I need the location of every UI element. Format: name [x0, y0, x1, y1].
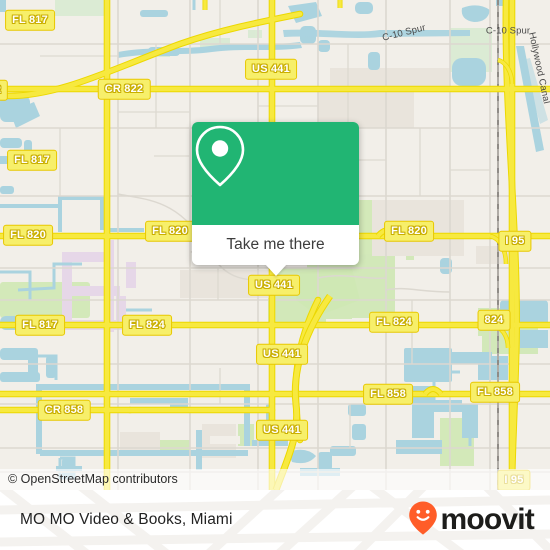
moovit-wordmark: moovit [440, 503, 534, 536]
map-screenshot: C-10 Spur C-10 Spur Hollywood Canal FL 8… [0, 0, 550, 550]
road-shield-i95-a[interactable]: I 95 [498, 230, 532, 252]
road-shield-fl858-a[interactable]: FL 858 [363, 383, 413, 405]
map-attribution: © OpenStreetMap contributors [0, 469, 550, 490]
road-shield-fl824-b[interactable]: FL 824 [369, 311, 419, 333]
popup-cta-label: Take me there [226, 236, 325, 253]
road-shield-cr858[interactable]: CR 858 [37, 399, 91, 421]
map-canvas[interactable]: C-10 Spur C-10 Spur Hollywood Canal FL 8… [0, 0, 550, 490]
map-label-c10-spur-right: C-10 Spur [485, 25, 531, 37]
road-shield-fl817-a[interactable]: FL 817 [5, 9, 55, 31]
road-shield-us441-a[interactable]: US 441 [245, 58, 297, 80]
footer-bar: MO MO Video & Books, Miami moovit [0, 490, 550, 550]
road-shield-fl820-c[interactable]: FL 820 [384, 220, 434, 242]
road-shield-824[interactable]: 824 [477, 309, 511, 331]
road-shield-fl824-a[interactable]: FL 824 [122, 314, 172, 336]
moovit-smiley-pin-icon [408, 500, 438, 541]
popup-cta[interactable]: Take me there [192, 225, 359, 276]
road-shield-us441-d[interactable]: US 441 [256, 419, 308, 441]
road-shield-fl817-b[interactable]: FL 817 [7, 149, 57, 171]
popup-tail [264, 264, 287, 276]
road-shield-fl820-b[interactable]: FL 820 [145, 220, 195, 242]
moovit-logo[interactable]: moovit [408, 500, 535, 541]
road-shield-us441-b[interactable]: US 441 [248, 274, 300, 296]
road-shield-fl820-a[interactable]: FL 820 [3, 224, 53, 246]
poi-title: MO MO Video & Books, Miami [20, 511, 233, 528]
road-shield-us441-c[interactable]: US 441 [256, 343, 308, 365]
road-shield-fl858-b[interactable]: FL 858 [470, 381, 520, 403]
road-shield-cr822[interactable]: CR 822 [97, 78, 151, 100]
road-shield-cr822-edge[interactable]: 2 [0, 79, 9, 101]
popup-pin-area [192, 122, 359, 225]
location-popup[interactable]: Take me there [192, 122, 359, 276]
road-shield-fl817-c[interactable]: FL 817 [15, 314, 65, 336]
